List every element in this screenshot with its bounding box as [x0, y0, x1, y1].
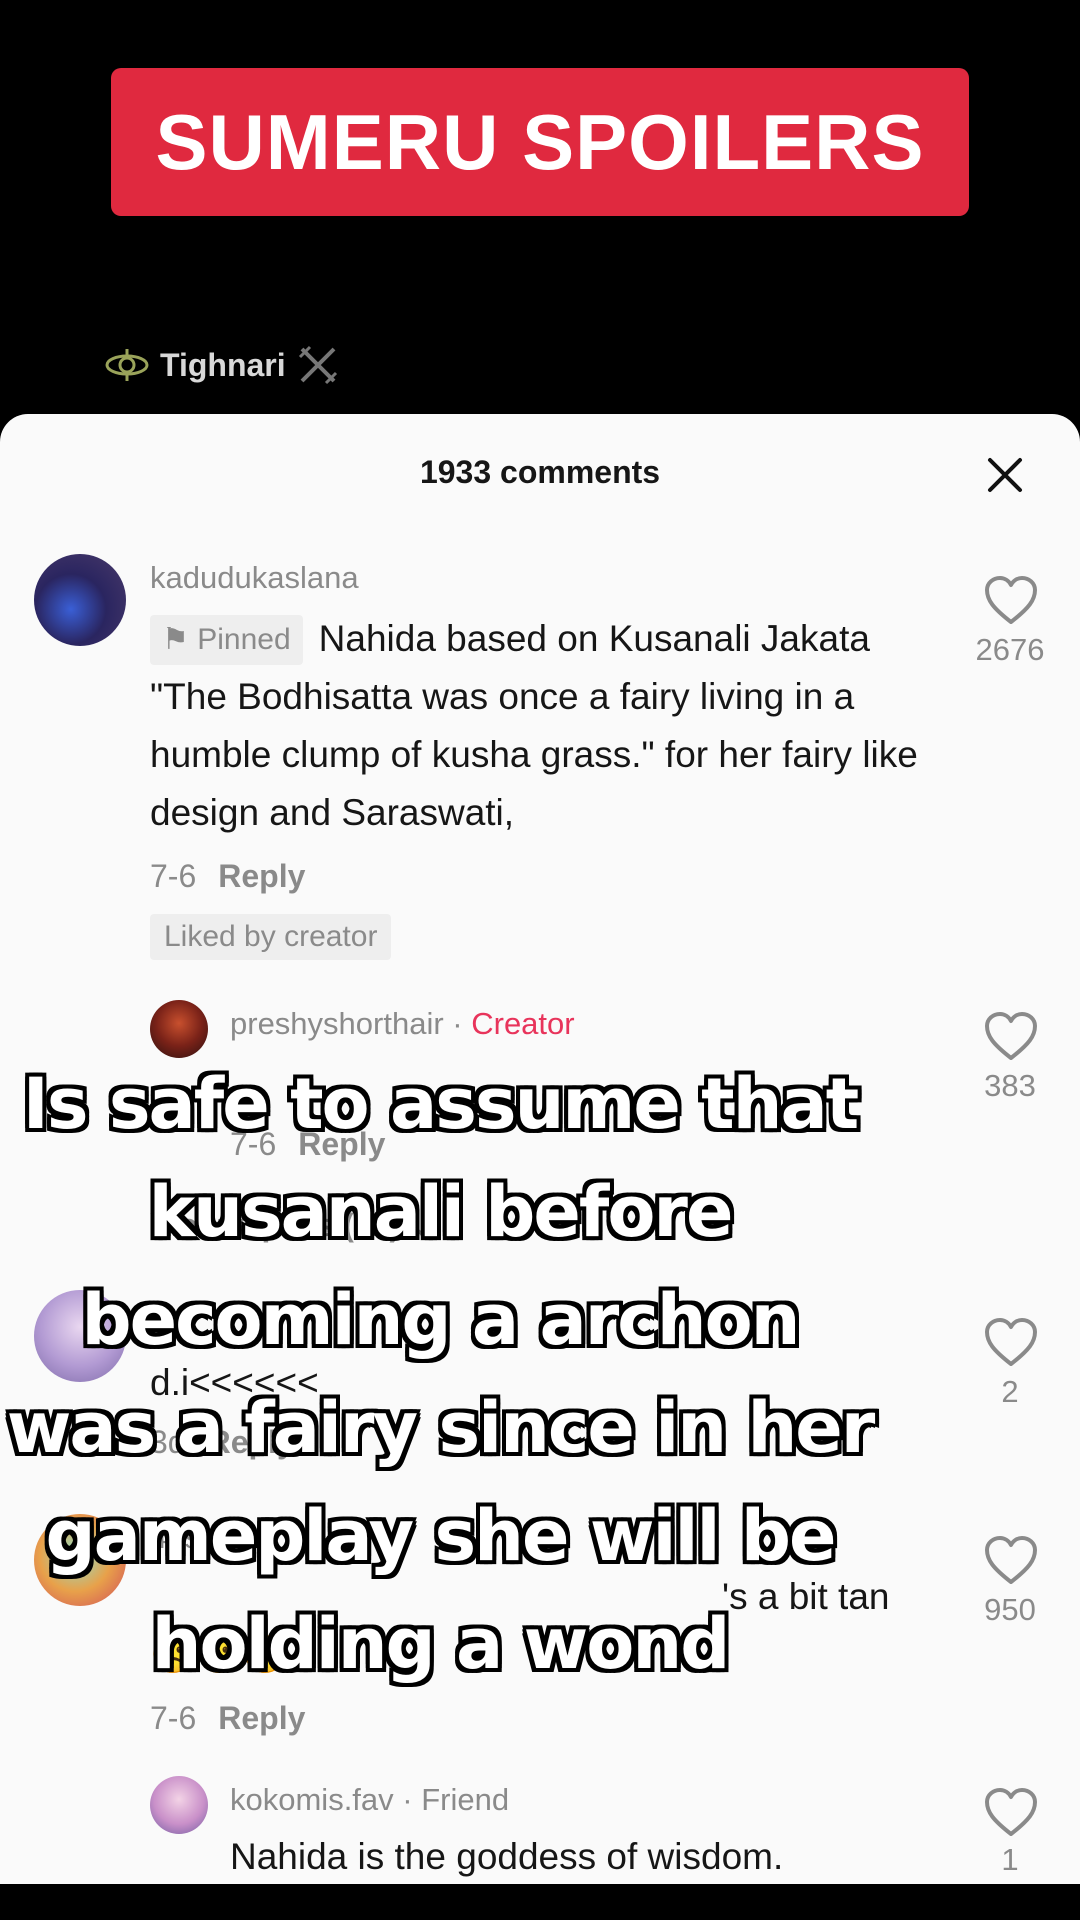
like-heart-icon[interactable] [983, 1010, 1039, 1062]
close-icon[interactable] [980, 450, 1030, 500]
comment-text: ⚑ Pinned Nahida based on Kusanali Jakata … [150, 610, 930, 842]
comment-username[interactable]: kadudukaslana [150, 560, 359, 596]
like-heart-icon[interactable] [983, 1786, 1039, 1838]
like-heart-icon[interactable] [983, 574, 1039, 626]
element-icon [105, 349, 149, 381]
comment-date: 7-6 [150, 1700, 197, 1736]
comment-date: 7-6 [150, 858, 197, 894]
like-count: 2676 [975, 632, 1045, 667]
avatar[interactable] [34, 554, 126, 646]
comment-username[interactable]: preshyshorthair [230, 1006, 444, 1041]
comment-username-line: preshyshorthair · Creator [230, 1006, 575, 1042]
like-count: 383 [984, 1068, 1036, 1103]
reply-button[interactable]: Reply [218, 858, 305, 894]
like-count: 2 [1001, 1374, 1019, 1409]
video-caption-overlay: Is safe to assume that kusanali before b… [6, 1063, 876, 1685]
pin-icon: ⚑ [162, 623, 198, 656]
pinned-badge: ⚑ Pinned [150, 615, 303, 665]
bottom-bar [0, 1884, 1080, 1920]
comment-meta: 7-6 Reply [150, 1700, 305, 1737]
friend-badge: Friend [421, 1782, 510, 1817]
character-name: Tighnari [160, 346, 286, 383]
pinned-label: Pinned [197, 623, 291, 656]
avatar[interactable] [150, 1776, 208, 1834]
separator-dot: · [452, 1006, 463, 1041]
comment-username-line: kokomis.fav · Friend [230, 1782, 509, 1818]
comment-username[interactable]: kokomis.fav [230, 1782, 394, 1817]
like-heart-icon[interactable] [983, 1534, 1039, 1586]
creator-badge: Creator [471, 1006, 575, 1041]
weapon-icon [298, 345, 337, 385]
like-count: 950 [984, 1592, 1036, 1627]
comment-text: Nahida is the goddess of wisdom. [230, 1836, 784, 1877]
separator-dot: · [402, 1782, 413, 1817]
character-tag: Tighnari [104, 343, 340, 387]
like-heart-icon[interactable] [983, 1316, 1039, 1368]
video-banner: SUMERU SPOILERS [111, 68, 969, 216]
video-background: SUMERU SPOILERS Tighnari [0, 0, 1080, 420]
like-count: 1 [1001, 1842, 1019, 1877]
comments-count: 1933 comments [419, 454, 661, 490]
liked-by-creator-badge: Liked by creator [150, 914, 392, 960]
comments-header: 1933 comments [0, 414, 1080, 529]
comment-meta: 7-6 Reply [150, 858, 305, 895]
reply-button[interactable]: Reply [218, 1700, 305, 1736]
